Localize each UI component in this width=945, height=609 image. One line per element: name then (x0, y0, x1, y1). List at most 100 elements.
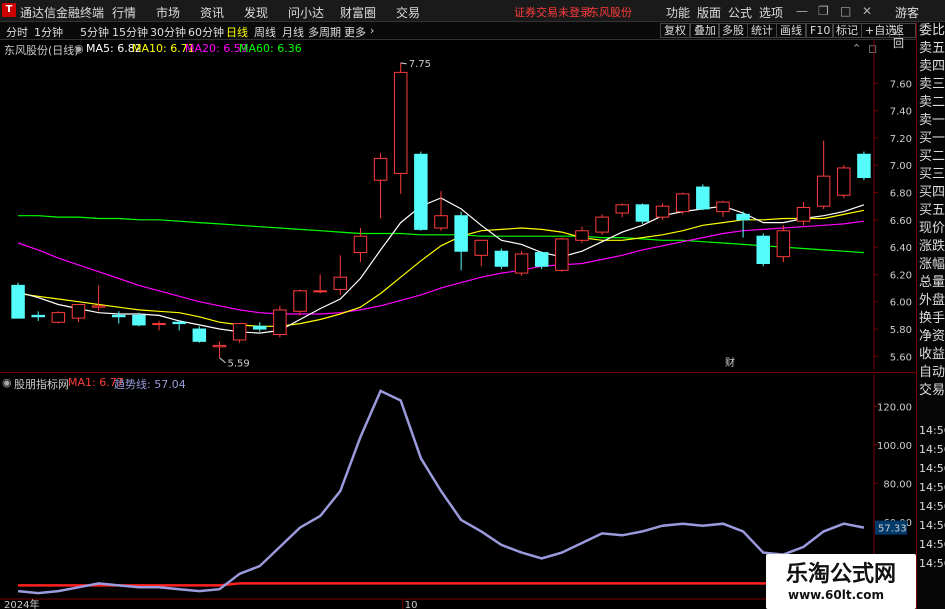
quote-label: 买四 (919, 185, 945, 200)
period-5min[interactable]: 5分钟 (80, 24, 109, 40)
trade-time: 14:56 (919, 519, 945, 532)
app-title: 通达信金融终端 (20, 6, 105, 20)
quote-panel: 委比 卖五 卖四 卖三 卖二 卖一 买一 买二 买三 买四 买五 现价 涨跌 涨幅 总量 外盘 换手 净资 收益 自动… (916, 22, 945, 609)
menu-formula[interactable]: 公式 (728, 4, 752, 21)
candle-body (31, 314, 45, 318)
price-tick-label: 6.40 (890, 243, 912, 254)
close-icon[interactable]: ✕ (862, 4, 872, 18)
candle-body (51, 312, 66, 323)
trade-time: 14:56 (919, 500, 945, 513)
quote-label: 涨跌 (919, 239, 945, 254)
time-axis-label: 2024年 (4, 598, 39, 609)
trend-line (17, 389, 865, 595)
restore-rights-button[interactable]: 复权 (660, 23, 690, 38)
kline-chart-panel[interactable]: 东风股份(日线) ◉ MA5: 6.82 MA10: 6.71 MA20: 6.… (0, 40, 916, 370)
price-tick-label: 5.80 (890, 325, 912, 336)
period-daily[interactable]: 日线 (226, 24, 248, 40)
period-multi[interactable]: 多周期 (308, 24, 341, 40)
guest-label[interactable]: 游客 (895, 4, 919, 21)
period-toolbar: 分时 1分钟 5分钟 15分钟 30分钟 60分钟 日线 周线 月线 多周期 更… (0, 22, 916, 50)
menu-market[interactable]: 行情 (112, 4, 136, 21)
menu-ask[interactable]: 问小达 (288, 4, 324, 21)
low-arrow (219, 357, 226, 364)
quote-label: 委比 (919, 23, 945, 38)
candle-body (212, 344, 227, 348)
quote-label: 外盘 (919, 293, 945, 308)
draw-line-button[interactable]: 画线 (776, 23, 806, 38)
quote-label: 交易 (919, 383, 945, 398)
candle-body (253, 325, 267, 330)
price-tick-label: 7.60 (890, 79, 912, 90)
candle-body (837, 167, 851, 196)
menu-layout[interactable]: 版面 (697, 4, 721, 21)
kline-plot[interactable]: 7.60 7.40 7.20 7.00 6.80 6.60 6.40 6.20 6.00 5.80… (0, 40, 916, 370)
candle-body (534, 252, 549, 267)
quote-label: 自动 (919, 365, 945, 380)
period-timeshare[interactable]: 分时 (6, 24, 28, 40)
period-60min[interactable]: 60分钟 (188, 24, 224, 40)
maximize-icon[interactable]: □ (840, 4, 851, 18)
candle-body (635, 204, 650, 222)
candle-body (474, 239, 489, 256)
price-tick-label: 6.20 (890, 270, 912, 281)
candle-body (454, 215, 468, 252)
candle-body (696, 186, 710, 210)
indicator-tick-label: 120.00 (877, 402, 912, 413)
candle-body (414, 153, 428, 230)
trade-time: 14:56 (919, 557, 945, 570)
quote-label: 现价 (919, 221, 945, 236)
indicator-tick-label: 80.00 (883, 479, 912, 490)
statistics-button[interactable]: 统计 (747, 23, 777, 38)
trade-time: 14:56 (919, 538, 945, 551)
menu-bar: T 通达信金融终端 行情 市场 资讯 发现 问小达 财富圈 交易 证券交易未登录… (0, 0, 945, 22)
menu-discover[interactable]: 发现 (244, 4, 268, 21)
mark-button[interactable]: 标记 (832, 23, 862, 38)
candle-body (333, 276, 348, 290)
candle-body (575, 230, 589, 241)
menu-options[interactable]: 选项 (759, 4, 783, 21)
quote-label: 买五 (919, 203, 945, 218)
period-15min[interactable]: 15分钟 (112, 24, 148, 40)
menu-news[interactable]: 资讯 (200, 4, 224, 21)
menu-function[interactable]: 功能 (666, 4, 690, 21)
trade-time: 14:56 (919, 481, 945, 494)
login-notice[interactable]: 证券交易未登录 (514, 4, 591, 20)
candle-body (393, 71, 408, 174)
back-button[interactable]: 返回 (889, 23, 916, 50)
quote-label: 收益 (919, 347, 945, 362)
quote-label: 卖三 (919, 77, 945, 92)
candle-body (132, 314, 146, 326)
high-arrow (400, 62, 407, 65)
ma1-line (18, 582, 864, 587)
minimize-icon[interactable]: — (796, 4, 808, 18)
restore-icon[interactable]: ❐ (818, 4, 829, 18)
candle-body (655, 205, 670, 218)
chevron-right-icon[interactable]: › (370, 24, 374, 37)
candle-body (595, 216, 609, 233)
quote-label: 买二 (919, 149, 945, 164)
menu-trade[interactable]: 交易 (396, 4, 420, 21)
menu-wealth[interactable]: 财富圈 (340, 4, 376, 21)
candle-body (71, 303, 86, 319)
quote-label: 换手 (919, 311, 945, 326)
candle-body (675, 193, 690, 213)
period-monthly[interactable]: 月线 (282, 24, 304, 40)
candle-body (756, 235, 770, 265)
candle-body (716, 201, 730, 213)
period-1min[interactable]: 1分钟 (34, 24, 63, 40)
high-price-label: 7.75 (409, 59, 431, 70)
menu-exchange[interactable]: 市场 (156, 4, 180, 21)
overlay-button[interactable]: 叠加 (690, 23, 720, 38)
period-weekly[interactable]: 周线 (254, 24, 276, 40)
trade-time: 14:56 (919, 443, 945, 456)
candle-body (232, 323, 247, 341)
f10-button[interactable]: F10 (806, 23, 835, 38)
app-logo-icon: T (2, 3, 16, 17)
period-more[interactable]: 更多 (344, 24, 366, 40)
quote-label: 买一 (919, 131, 945, 146)
period-30min[interactable]: 30分钟 (150, 24, 186, 40)
multi-stock-button[interactable]: 多股 (718, 23, 748, 38)
watermark-logo: 乐淘公式网 www.60lt.com (766, 554, 916, 609)
quote-label: 卖四 (919, 59, 945, 74)
quote-label: 卖一 (919, 113, 945, 128)
